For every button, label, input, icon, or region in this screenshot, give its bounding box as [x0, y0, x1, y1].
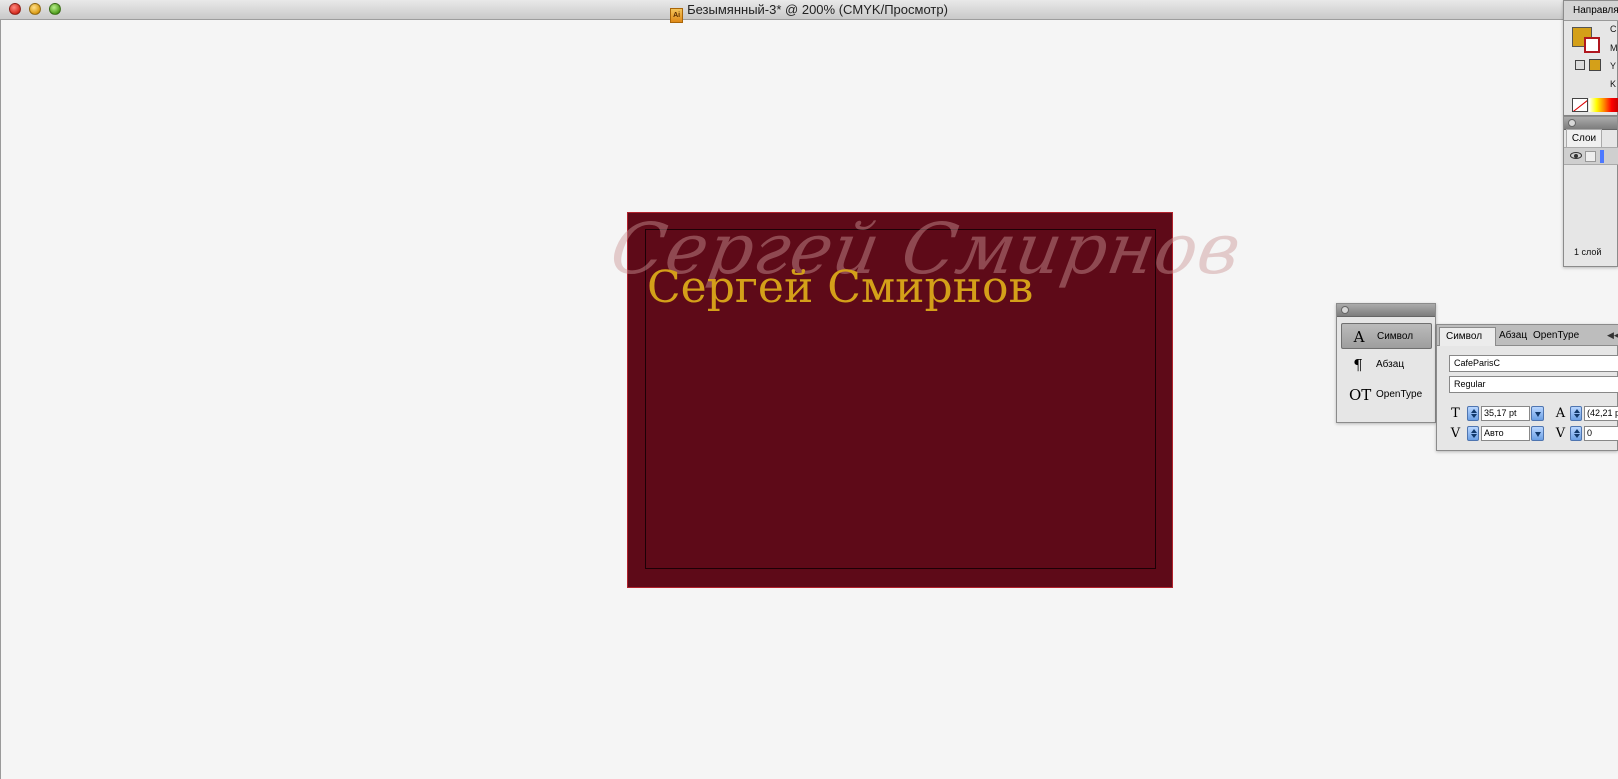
type-list-opentype-item[interactable]: OT OpenType [1341, 382, 1432, 408]
character-panel-icon: A [1353, 328, 1365, 346]
out-of-gamut-cube-icon[interactable] [1575, 60, 1585, 70]
leading-stepper[interactable] [1570, 406, 1582, 421]
font-size-dropdown[interactable] [1531, 406, 1544, 421]
yellow-channel-label: Y [1610, 61, 1617, 71]
tracking-icon: V [1555, 426, 1566, 441]
layer-row[interactable] [1564, 147, 1618, 165]
font-size-input[interactable]: 35,17 pt [1481, 406, 1530, 421]
canvas-left-border [0, 20, 1, 779]
character-panel-tabs: Символ Абзац OpenType ◀◀ [1437, 325, 1618, 346]
document-title: Ai Безымянный-3* @ 200% (CMYK/Просмотр) [0, 0, 1618, 23]
layers-count: 1 слой [1574, 247, 1602, 257]
panel-close-icon[interactable] [1341, 306, 1349, 314]
font-style-field[interactable]: Regular [1449, 376, 1618, 393]
kerning-input[interactable]: Авто [1481, 426, 1530, 441]
kerning-dropdown[interactable] [1531, 426, 1544, 441]
type-panel-list: A Символ ¶ Абзац OT OpenType [1336, 303, 1436, 423]
tracking-input[interactable]: 0 [1584, 426, 1618, 441]
tab-character[interactable]: Символ [1439, 327, 1496, 346]
leading-input[interactable]: (42,21 pt) [1584, 406, 1618, 421]
panel-close-icon[interactable] [1568, 119, 1576, 127]
kerning-stepper[interactable] [1467, 426, 1479, 441]
color-panel: Направляю C M Y K [1563, 0, 1618, 116]
type-panel-header[interactable] [1337, 304, 1435, 317]
stroke-color-swatch[interactable] [1584, 37, 1600, 53]
cyan-channel-label: C [1610, 24, 1617, 34]
window-titlebar: Ai Безымянный-3* @ 200% (CMYK/Просмотр) [0, 0, 1618, 23]
font-size-stepper[interactable] [1467, 406, 1479, 421]
tracking-stepper[interactable] [1570, 426, 1582, 441]
type-list-character-item[interactable]: A Символ [1341, 323, 1432, 349]
type-list-paragraph-item[interactable]: ¶ Абзац [1341, 352, 1432, 378]
lock-toggle[interactable] [1585, 151, 1596, 162]
kerning-icon: V [1450, 426, 1461, 441]
panel-menu-icon[interactable]: ◀◀ [1607, 330, 1618, 340]
type-list-opentype-label: OpenType [1376, 389, 1423, 400]
name-artwork[interactable]: Сергей Смирнов [647, 262, 1033, 313]
type-list-character-label: Символ [1377, 331, 1414, 342]
black-channel-label: K [1610, 79, 1617, 89]
illustrator-document-icon: Ai [670, 8, 684, 23]
none-color-swatch-icon[interactable] [1572, 98, 1588, 112]
document-title-text: Безымянный-3* @ 200% (CMYK/Просмотр) [687, 2, 948, 17]
tab-opentype[interactable]: OpenType [1533, 327, 1585, 346]
font-size-icon: T [1451, 406, 1460, 421]
color-panel-tab[interactable]: Направляю [1564, 1, 1618, 21]
character-panel: Символ Абзац OpenType ◀◀ CafeParisC Regu… [1436, 324, 1618, 451]
nearest-color-swatch[interactable] [1589, 59, 1601, 71]
paragraph-icon: ¶ [1353, 356, 1363, 374]
font-size-row: T 35,17 pt A (42,21 pt) [1448, 405, 1618, 423]
type-list-paragraph-label: Абзац [1376, 359, 1405, 370]
magenta-channel-label: M [1610, 43, 1618, 53]
layer-color-chip [1600, 150, 1604, 163]
layers-tab[interactable]: Слои [1566, 129, 1602, 147]
font-family-field[interactable]: CafeParisC [1449, 355, 1618, 372]
opentype-icon: OT [1349, 386, 1372, 404]
kerning-row: V Авто V 0 [1448, 425, 1618, 443]
leading-icon: A [1555, 406, 1566, 421]
tab-paragraph[interactable]: Абзац [1499, 327, 1530, 346]
color-spectrum-bar[interactable] [1589, 98, 1618, 112]
layers-panel: Слои 1 слой [1563, 116, 1618, 267]
eye-icon[interactable] [1570, 152, 1582, 159]
